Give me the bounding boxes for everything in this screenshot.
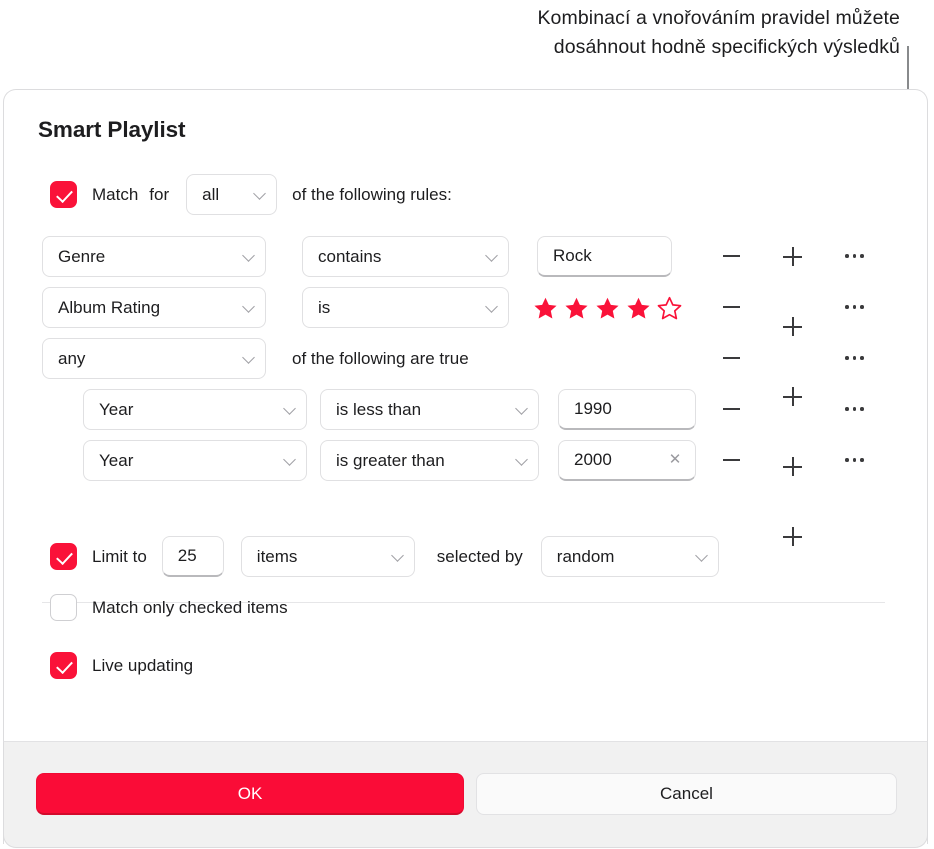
match-only-checked-checkbox[interactable] — [50, 594, 77, 621]
rule-field-select[interactable]: Album Rating — [42, 287, 266, 328]
rule-operator-select[interactable]: is greater than — [320, 440, 539, 481]
rule-operator-value: is greater than — [336, 450, 445, 470]
rule-operator-value: is — [318, 297, 331, 317]
live-updating-row: Live updating — [50, 652, 193, 679]
limit-unit-select[interactable]: items — [240, 536, 415, 577]
rule-operator-select[interactable]: contains — [302, 236, 509, 277]
rule-value-text: 1990 — [574, 399, 612, 418]
rule-group-row: any of the following are true — [42, 338, 469, 379]
nested-rule-row: Year is less than 1990 — [83, 389, 696, 430]
remove-rule-icon[interactable] — [723, 306, 740, 308]
match-row: Match for all of the following rules: — [50, 174, 452, 215]
add-rule-icon[interactable] — [783, 317, 802, 336]
chevron-down-icon — [283, 452, 296, 466]
limit-row: Limit to 25 items selected by random — [50, 536, 719, 577]
match-suffix-label: of the following rules: — [292, 184, 452, 204]
chevron-down-icon — [515, 452, 528, 466]
limit-label: Limit to — [92, 546, 147, 566]
rule-field-select[interactable]: Year — [83, 440, 307, 481]
remove-rule-icon[interactable] — [723, 357, 740, 359]
rule-star-rating[interactable] — [533, 296, 682, 320]
chevron-down-icon — [694, 548, 708, 562]
selected-by-label: selected by — [436, 546, 523, 566]
rule-field-value: Album Rating — [58, 297, 161, 317]
star-filled-icon[interactable] — [564, 296, 589, 320]
match-scope-value: all — [202, 184, 220, 204]
remove-rule-icon[interactable] — [723, 255, 740, 257]
add-rule-icon[interactable] — [783, 457, 802, 476]
rule-operator-select[interactable]: is less than — [320, 389, 539, 430]
rule-operator-value: is less than — [336, 399, 422, 419]
add-rule-icon[interactable] — [783, 387, 802, 406]
chevron-down-icon — [242, 350, 255, 364]
rule-field-select[interactable]: Year — [83, 389, 307, 430]
dialog-footer: OK Cancel — [3, 741, 928, 848]
chevron-down-icon — [242, 299, 255, 313]
remove-rule-icon[interactable] — [723, 408, 740, 410]
match-scope-select[interactable]: all — [186, 174, 278, 215]
annotation-caption-line1: Kombinací a vnořováním pravidel můžete — [537, 7, 900, 29]
match-for-label: for — [149, 184, 170, 204]
screenshot-root: Kombinací a vnořováním pravidel můžete d… — [0, 0, 934, 849]
live-updating-label: Live updating — [92, 655, 194, 675]
chevron-down-icon — [485, 248, 498, 262]
star-filled-icon[interactable] — [595, 296, 620, 320]
more-options-icon[interactable] — [845, 305, 864, 309]
rule-value-input[interactable]: Rock — [537, 236, 672, 277]
rule-field-value: Year — [99, 399, 134, 419]
rule-field-value: Genre — [58, 246, 106, 266]
ok-button[interactable]: OK — [36, 773, 464, 815]
more-options-icon[interactable] — [845, 254, 864, 258]
limit-amount-value: 25 — [177, 546, 197, 565]
nested-rule-row: Year is greater than 2000 ✕ — [83, 440, 696, 481]
selected-by-select[interactable]: random — [540, 536, 719, 577]
star-filled-icon[interactable] — [533, 296, 558, 320]
limit-unit-value: items — [256, 546, 298, 566]
rule-value-input[interactable]: 2000 ✕ — [558, 440, 696, 481]
dialog-title: Smart Playlist — [38, 117, 186, 142]
chevron-down-icon — [242, 248, 255, 262]
chevron-down-icon — [390, 548, 404, 562]
rule-row: Genre contains Rock — [42, 236, 672, 277]
limit-amount-input[interactable]: 25 — [161, 536, 224, 577]
limit-checkbox[interactable] — [50, 543, 77, 570]
more-options-icon[interactable] — [845, 407, 864, 411]
add-rule-icon[interactable] — [783, 247, 802, 266]
annotation-caption: Kombinací a vnořováním pravidel můžete d… — [340, 4, 900, 62]
live-updating-checkbox[interactable] — [50, 652, 77, 679]
rule-group-select[interactable]: any — [42, 338, 266, 379]
selected-by-value: random — [556, 546, 615, 566]
chevron-down-icon — [253, 186, 267, 200]
match-only-checked-row: Match only checked items — [50, 594, 288, 621]
rule-value-text: 2000 — [574, 450, 612, 469]
rule-group-value: any — [58, 348, 86, 368]
match-checkbox[interactable] — [50, 181, 77, 208]
remove-rule-icon[interactable] — [723, 459, 740, 461]
match-label: Match — [92, 184, 139, 204]
rule-group-suffix: of the following are true — [292, 348, 469, 368]
chevron-down-icon — [515, 401, 528, 415]
clear-icon[interactable]: ✕ — [668, 452, 682, 467]
rule-operator-select[interactable]: is — [302, 287, 509, 328]
rule-operator-value: contains — [318, 246, 382, 266]
more-options-icon[interactable] — [845, 356, 864, 360]
match-only-checked-label: Match only checked items — [92, 597, 288, 617]
add-rule-icon[interactable] — [783, 527, 802, 546]
rule-value-input[interactable]: 1990 — [558, 389, 696, 430]
star-empty-icon[interactable] — [657, 296, 682, 320]
chevron-down-icon — [485, 299, 498, 313]
rule-field-value: Year — [99, 450, 134, 470]
rule-value-text: Rock — [553, 246, 592, 265]
cancel-button[interactable]: Cancel — [476, 773, 897, 815]
chevron-down-icon — [283, 401, 296, 415]
star-filled-icon[interactable] — [626, 296, 651, 320]
more-options-icon[interactable] — [845, 458, 864, 462]
annotation-caption-line2: dosáhnout hodně specifických výsledků — [553, 36, 900, 58]
rule-row: Album Rating is — [42, 287, 682, 328]
smart-playlist-dialog: Smart Playlist Match for all of the foll… — [3, 89, 928, 844]
rule-field-select[interactable]: Genre — [42, 236, 266, 277]
